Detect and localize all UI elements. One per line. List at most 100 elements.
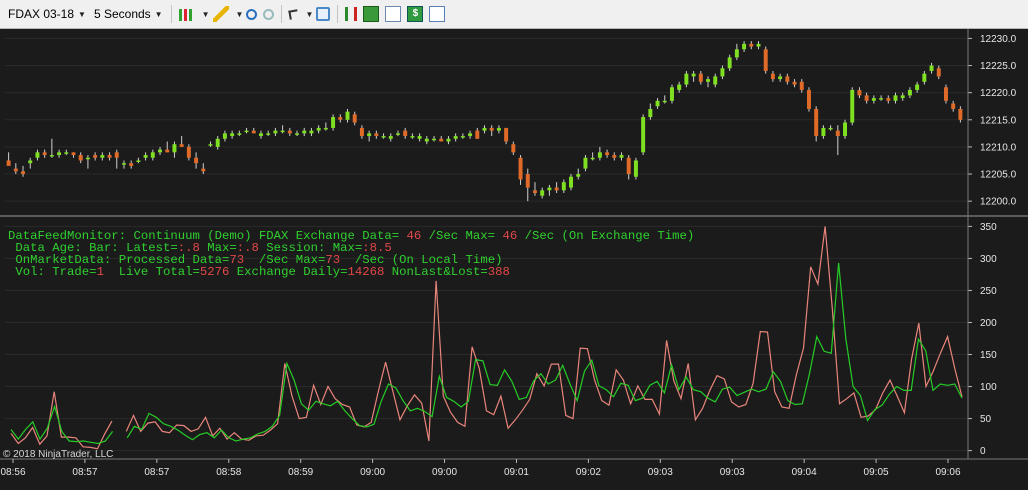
candle-body: [843, 122, 848, 137]
chevron-down-icon[interactable]: ▼: [236, 10, 244, 19]
zoom-out-icon[interactable]: [263, 8, 275, 20]
candle-body: [114, 152, 119, 158]
candle-body: [605, 152, 610, 156]
price-tick-label: 12200.0: [980, 197, 1017, 208]
candlestick-chart-icon[interactable]: [178, 9, 195, 21]
candle-body: [222, 133, 227, 139]
indicator-tick-label: 150: [980, 350, 997, 361]
instrument-label: FDAX 03-18: [8, 7, 75, 21]
candle-body: [532, 190, 537, 194]
candle-body: [569, 176, 574, 188]
candle-body: [691, 73, 696, 77]
indicator-tick-label: 0: [980, 446, 986, 457]
candle-body: [208, 144, 213, 146]
candle-body: [770, 73, 775, 80]
indicator-tick-label: 50: [980, 414, 992, 425]
candle-body: [662, 100, 667, 103]
candle-body: [309, 130, 314, 134]
crosshair-icon[interactable]: [316, 7, 331, 21]
candle-body: [583, 157, 588, 169]
candle-body: [417, 136, 422, 139]
pencil-draw-icon[interactable]: [212, 6, 229, 22]
candle-body: [857, 89, 862, 96]
candle-body: [150, 152, 155, 158]
indicator-tick-label: 350: [980, 222, 997, 233]
candle-body: [446, 138, 451, 142]
time-tick-label: 09:05: [864, 467, 889, 478]
candle-body: [727, 57, 732, 69]
candle-body: [749, 43, 754, 47]
candle-body: [626, 157, 631, 175]
candle-body: [287, 130, 292, 134]
time-tick-label: 09:01: [504, 467, 529, 478]
candle-body: [554, 187, 559, 191]
candle-body: [540, 190, 545, 196]
candle-body: [244, 130, 249, 133]
monitor-text: Live Total=: [103, 265, 200, 279]
candle-body: [698, 73, 703, 82]
candle-body: [302, 130, 307, 134]
candle-body: [374, 133, 379, 137]
candle-body: [432, 138, 437, 141]
bar-type-icon[interactable]: [345, 7, 358, 21]
candle-body: [936, 68, 941, 77]
chart-tools-icon[interactable]: [363, 6, 380, 22]
candle-body: [381, 136, 386, 138]
indicator-tick-label: 250: [980, 286, 997, 297]
candle-body: [547, 187, 552, 191]
candle-body: [922, 73, 927, 82]
price-tick-label: 12205.0: [980, 170, 1017, 181]
price-grid: [5, 37, 968, 202]
candle-body: [879, 98, 884, 100]
time-tick-label: 08:56: [0, 467, 25, 478]
candle-body: [525, 174, 530, 188]
candle-body: [713, 76, 718, 85]
indicator-axis: 0 50 100 150 200 250 300 350: [968, 222, 997, 457]
candle-body: [756, 43, 761, 47]
monitor-value: 46: [502, 229, 518, 243]
time-tick-label: 08:58: [216, 467, 241, 478]
instrument-selector[interactable]: FDAX 03-18 ▼: [4, 3, 90, 25]
line-chart-icon[interactable]: [385, 6, 402, 22]
candle-body: [504, 127, 509, 142]
interval-selector[interactable]: 5 Seconds ▼: [90, 3, 167, 25]
candle-body: [468, 133, 473, 137]
time-tick-label: 09:04: [792, 467, 817, 478]
chevron-down-icon[interactable]: ▼: [202, 10, 210, 19]
candle-body: [295, 133, 300, 135]
candle-body: [237, 133, 242, 135]
candle-body: [280, 130, 285, 133]
candle-body: [64, 152, 69, 154]
dollar-trade-icon[interactable]: $: [407, 6, 424, 22]
candle-body: [871, 98, 876, 101]
candle-body: [136, 160, 141, 162]
candle-body: [42, 152, 47, 156]
candle-body: [35, 152, 40, 158]
time-axis: 08:56 08:57 08:57 08:58 08:59 09:00 09:00 09:01…: [0, 459, 961, 478]
time-tick-label: 09:00: [432, 467, 457, 478]
candle-body: [453, 136, 458, 139]
candle-body: [655, 100, 660, 107]
candle-body: [943, 87, 948, 101]
candle-body: [21, 171, 26, 175]
candle-body: [677, 84, 682, 90]
candle-body: [28, 160, 33, 164]
candle-body: [915, 84, 920, 90]
price-tick-label: 12220.0: [980, 88, 1017, 99]
monitor-text: /Sec Max=: [421, 229, 503, 243]
candle-body: [13, 168, 18, 172]
cursor-pointer-icon[interactable]: [288, 8, 300, 20]
candle-body: [633, 160, 638, 177]
zoom-in-icon[interactable]: [246, 8, 258, 20]
properties-icon[interactable]: [429, 6, 446, 22]
time-tick-label: 09:02: [576, 467, 601, 478]
monitor-value: 14268: [347, 265, 385, 279]
candle-body: [215, 138, 220, 147]
candle-body: [886, 98, 891, 101]
candle-body: [929, 65, 934, 71]
candle-body: [958, 108, 963, 120]
candle-body: [158, 149, 163, 153]
candle-body: [100, 155, 105, 158]
chevron-down-icon[interactable]: ▼: [305, 10, 313, 19]
toolbar-divider: [170, 5, 172, 23]
